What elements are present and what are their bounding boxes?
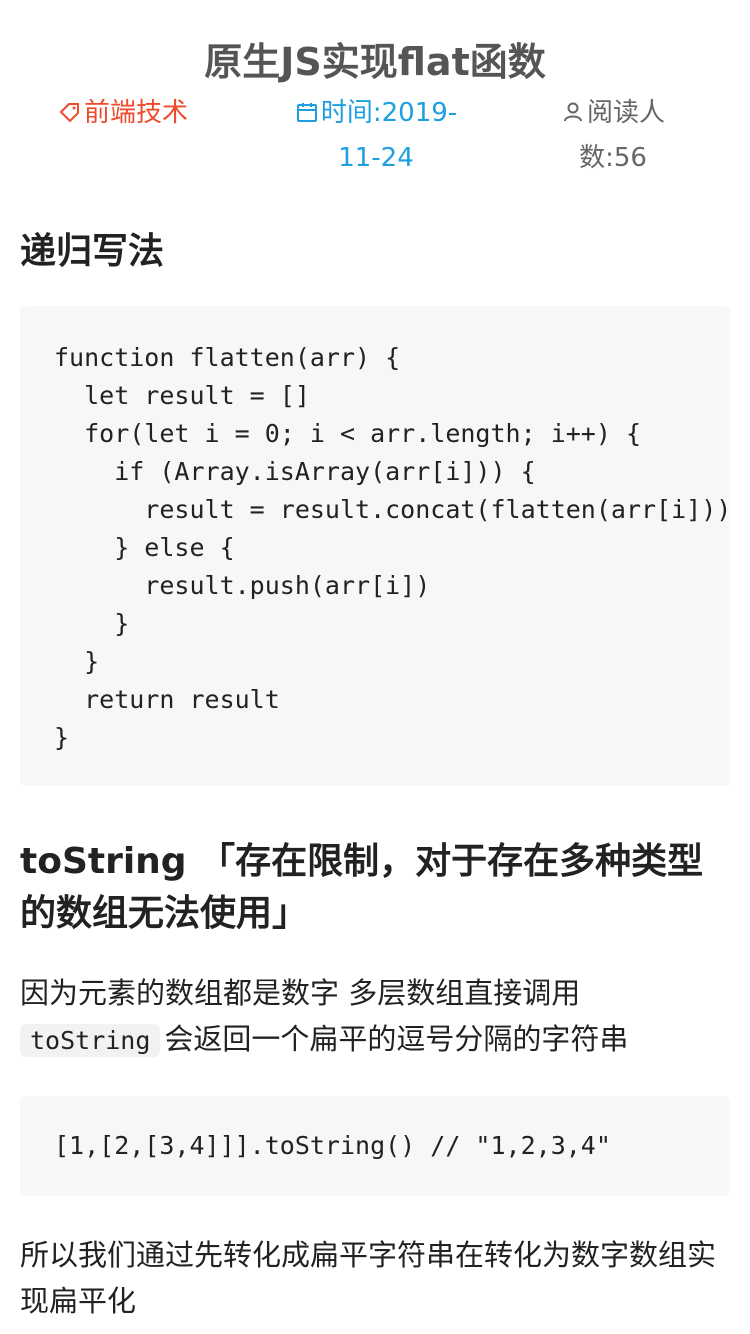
code-line: if (Array.isArray(arr[i])) { xyxy=(54,457,536,486)
code-line: [1,[2,[3,4]]].toString() // "1,2,3,4" xyxy=(54,1131,611,1160)
code-line: } xyxy=(54,609,130,638)
inline-code-tostring: toString xyxy=(20,1024,161,1057)
paragraph-text: 因为元素的数组都是数字 多层数组直接调用 xyxy=(20,976,581,1010)
article-title: 原生JS实现flat函数 xyxy=(204,40,546,84)
category-tag-label: 前端技术 xyxy=(84,98,189,128)
paragraph-tostring-intro: 因为元素的数组都是数字 多层数组直接调用 toString 会返回一个扁平的逗号分隔… xyxy=(20,970,730,1064)
publish-time-line2: 11-24 xyxy=(338,143,414,173)
section-heading-recursive: 递归写法 xyxy=(20,231,165,272)
publish-time-line1: 时间:2019- xyxy=(320,98,458,128)
code-line: function flatten(arr) { xyxy=(54,343,401,372)
code-line: for(let i = 0; i < arr.length; i++) { xyxy=(54,419,641,448)
calendar-icon xyxy=(295,95,319,137)
section-heading-tostring: toString 「存在限制，对于存在多种类型的数组无法使用」 xyxy=(20,841,704,934)
tag-icon xyxy=(58,95,82,137)
read-count-line1: 阅读人 xyxy=(586,98,665,128)
article-meta: 前端技术 时间:2019- 11-24 阅读人 数:56 xyxy=(0,92,750,182)
paragraph-text: 会返回一个扁平的逗号分隔的字符串 xyxy=(164,1022,629,1056)
code-line: } xyxy=(54,647,100,676)
publish-time: 时间:2019- 11-24 xyxy=(286,92,466,179)
code-line: let result = [] xyxy=(54,381,310,410)
user-icon xyxy=(561,95,585,137)
code-line: } else { xyxy=(54,533,235,562)
read-count: 阅读人 数:56 xyxy=(548,92,678,179)
code-line: return result xyxy=(54,685,280,714)
code-line: result = result.concat(flatten(arr[i])) xyxy=(54,495,730,524)
article-page: 原生JS实现flat函数 前端技术 时间:2019- 11-24 阅读人 数:5… xyxy=(0,0,750,1334)
code-line: } xyxy=(54,723,70,752)
paragraph-tostring-conclusion: 所以我们通过先转化成扁平字符串在转化为数字数组实现扁平化 xyxy=(20,1238,717,1318)
category-tag-link[interactable]: 前端技术 xyxy=(58,92,228,137)
read-count-line2: 数:56 xyxy=(579,143,647,173)
code-line: result.push(arr[i]) xyxy=(54,571,431,600)
code-block-recursive: function flatten(arr) { let result = [] … xyxy=(20,306,730,786)
code-block-tostring: [1,[2,[3,4]]].toString() // "1,2,3,4" xyxy=(20,1096,730,1196)
